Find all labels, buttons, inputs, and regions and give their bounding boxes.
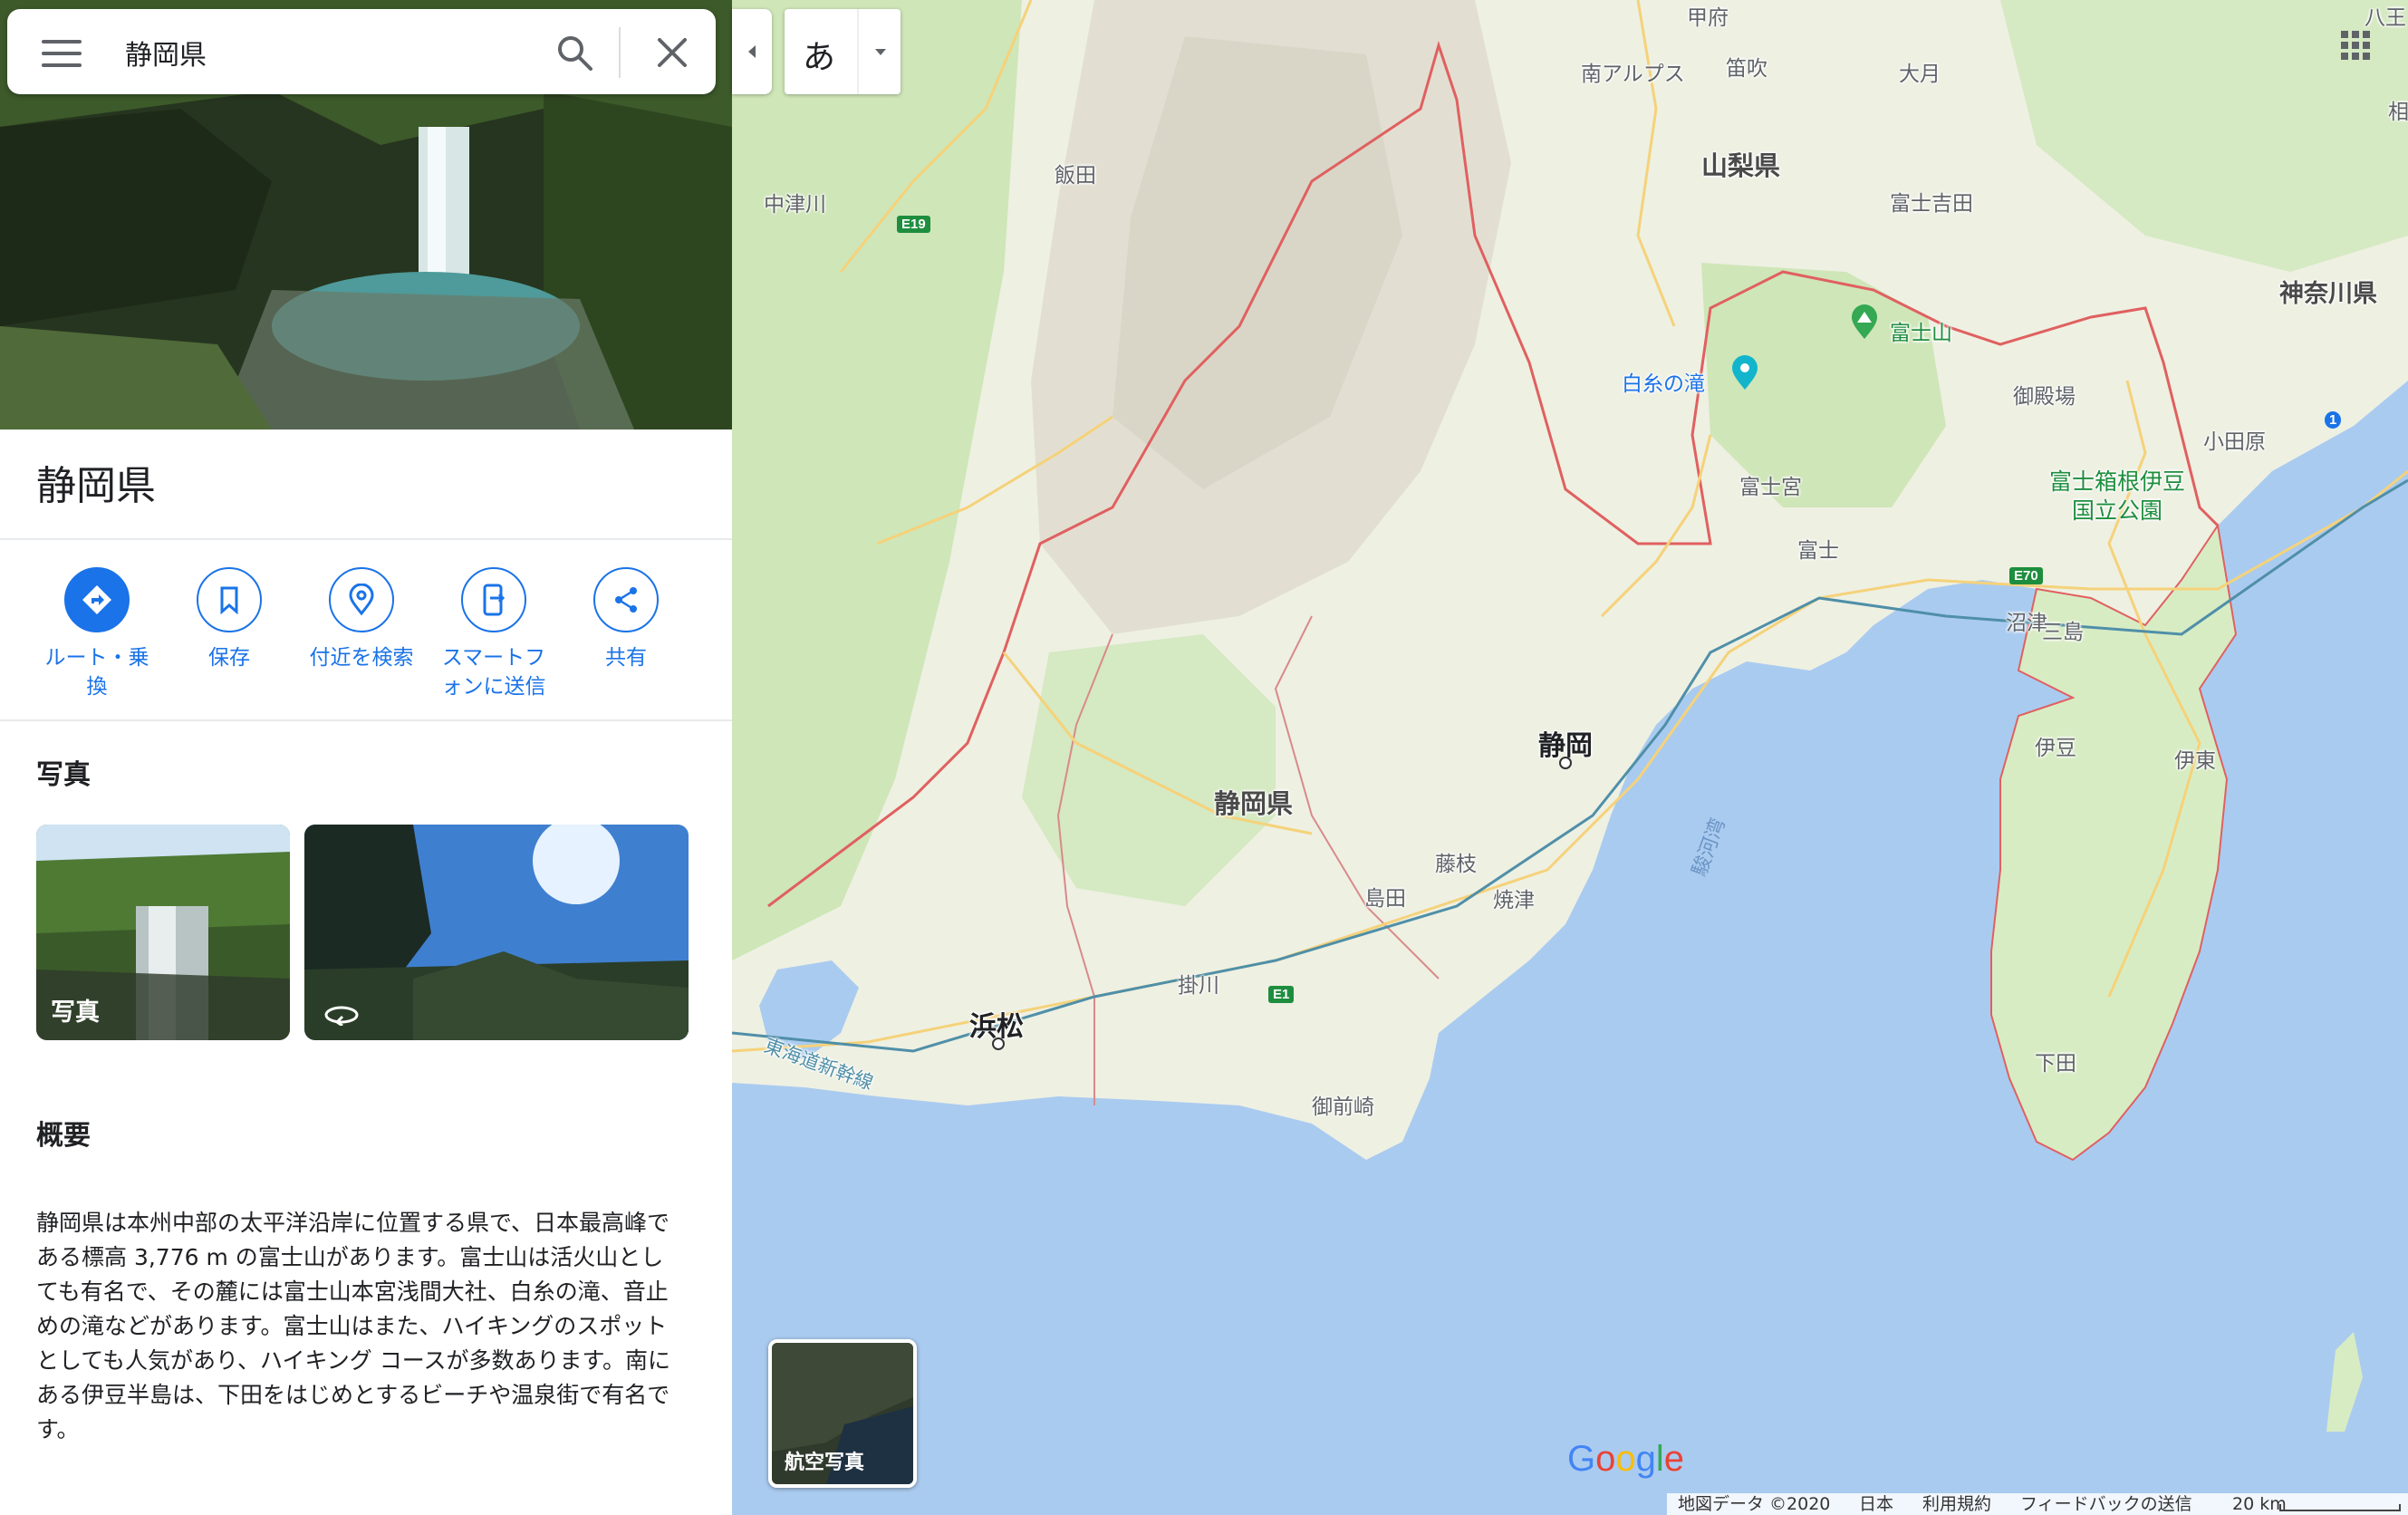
map-data-attribution: 地図データ ©2020 bbox=[1678, 1494, 1831, 1514]
map-label-omaezaki[interactable]: 御前崎 bbox=[1312, 1089, 1374, 1120]
street-view-thumbnail[interactable] bbox=[304, 825, 689, 1040]
scale-label[interactable]: 20 km bbox=[2232, 1493, 2287, 1515]
country-link[interactable]: 日本 bbox=[1859, 1493, 1893, 1515]
hamburger-line bbox=[42, 63, 82, 67]
map-label-yaizu[interactable]: 焼津 bbox=[1493, 883, 1535, 913]
share-icon bbox=[593, 567, 659, 632]
close-icon[interactable] bbox=[656, 36, 689, 69]
aerial-view-label: 航空写真 bbox=[785, 1452, 865, 1474]
search-input[interactable] bbox=[123, 29, 525, 76]
apps-grid-icon[interactable] bbox=[2337, 27, 2374, 63]
phone-icon bbox=[461, 567, 526, 632]
map-label-minami-alps[interactable]: 南アルプス bbox=[1581, 56, 1685, 87]
expressway-shield-e1: E1 bbox=[1268, 986, 1295, 1003]
input-method-selector[interactable]: あ bbox=[785, 9, 901, 94]
place-panel: 静岡県 ルート・乗 換 保存 付近を検索 スマートフ ォンに送信 共有 写真 bbox=[0, 0, 732, 1515]
map-label-izu[interactable]: 伊豆 bbox=[2035, 730, 2076, 761]
hamburger-line bbox=[42, 52, 82, 55]
map-label-otsuki[interactable]: 大月 bbox=[1899, 56, 1941, 87]
nearby-search-button[interactable]: 付近を検索 bbox=[294, 567, 429, 672]
mountain-pin-icon[interactable] bbox=[1848, 304, 1881, 341]
map-label-gotemba[interactable]: 御殿場 bbox=[2013, 379, 2076, 410]
map-label-iida[interactable]: 飯田 bbox=[1055, 158, 1096, 188]
share-button[interactable]: 共有 bbox=[558, 567, 694, 672]
map-label-fuji-hakone[interactable]: 富士箱根伊豆 国立公園 bbox=[2049, 468, 2185, 526]
expressway-shield-e70: E70 bbox=[2009, 567, 2043, 584]
map-label-nakatsugawa[interactable]: 中津川 bbox=[764, 187, 826, 217]
waterfall-pin-icon[interactable] bbox=[1729, 355, 1761, 391]
map-label-fujieda[interactable]: 藤枝 bbox=[1435, 846, 1477, 877]
map-label-fujiyoshida[interactable]: 富士吉田 bbox=[1890, 186, 1973, 217]
photo-thumbnail[interactable]: 写真 bbox=[36, 825, 290, 1040]
map-label-kakegawa[interactable]: 掛川 bbox=[1178, 968, 1219, 999]
overview-text: 静岡県は本州中部の太平洋沿岸に位置する県で、日本最高峰である標高 3,776 m… bbox=[36, 1210, 670, 1443]
city-dot-icon bbox=[992, 1037, 1005, 1050]
directions-button[interactable]: ルート・乗 換 bbox=[29, 567, 165, 701]
share-label: 共有 bbox=[605, 646, 647, 670]
terms-link[interactable]: 利用規約 bbox=[1922, 1493, 1991, 1515]
map-label-shiraito[interactable]: 白糸の滝 bbox=[1622, 366, 1705, 397]
map-label-odawara[interactable]: 小田原 bbox=[2203, 424, 2266, 455]
collapse-panel-button[interactable] bbox=[732, 9, 772, 94]
feedback-link[interactable]: フィードバックの送信 bbox=[2020, 1493, 2192, 1515]
map-label-sagami[interactable]: 相 bbox=[2388, 94, 2408, 125]
map-label-kofu[interactable]: 甲府 bbox=[1687, 0, 1729, 31]
map-label-fujinomiya[interactable]: 富士宮 bbox=[1739, 469, 1802, 500]
nearby-pin-icon bbox=[329, 567, 394, 632]
caret-down-icon bbox=[875, 49, 886, 55]
save-button[interactable]: 保存 bbox=[161, 567, 297, 672]
hamburger-line bbox=[42, 40, 82, 43]
map-label-kanagawa[interactable]: 神奈川県 bbox=[2279, 274, 2377, 309]
aerial-view-toggle[interactable]: 航空写真 bbox=[768, 1339, 917, 1488]
map-label-fuefuki[interactable]: 笛吹 bbox=[1726, 51, 1767, 82]
city-dot-icon bbox=[1559, 757, 1572, 769]
nearby-search-label: 付近を検索 bbox=[309, 646, 414, 670]
360-view-icon bbox=[324, 1006, 359, 1026]
search-icon[interactable] bbox=[554, 33, 594, 72]
search-divider bbox=[619, 27, 621, 78]
map-label-shimoda[interactable]: 下田 bbox=[2035, 1046, 2076, 1076]
directions-icon bbox=[64, 567, 130, 632]
send-to-phone-label: スマートフ ォンに送信 bbox=[441, 646, 546, 699]
map-label-mishima[interactable]: 三島 bbox=[2042, 614, 2084, 645]
google-logo: Google bbox=[1567, 1439, 1685, 1479]
map-label-fuji[interactable]: 富士 bbox=[1797, 533, 1839, 564]
overview-heading: 概要 bbox=[36, 1120, 91, 1152]
ime-label: あ bbox=[803, 39, 836, 76]
place-title: 静岡県 bbox=[36, 463, 156, 509]
map-label-shizuoka-pref[interactable]: 静岡県 bbox=[1214, 783, 1293, 821]
map-label-shimada[interactable]: 島田 bbox=[1364, 881, 1406, 912]
caret-left-icon bbox=[748, 45, 756, 58]
scale-bar bbox=[2279, 1504, 2401, 1511]
directions-label: ルート・乗 換 bbox=[44, 646, 149, 699]
divider bbox=[0, 538, 732, 540]
street-view-photo bbox=[304, 825, 689, 1040]
menu-button[interactable] bbox=[38, 34, 85, 69]
photo-caption: 写真 bbox=[51, 999, 100, 1027]
search-box bbox=[7, 9, 716, 94]
map-footer: 地図データ ©2020 日本 利用規約 フィードバックの送信 20 km bbox=[1667, 1493, 2408, 1515]
divider bbox=[0, 719, 732, 721]
map-label-ito[interactable]: 伊東 bbox=[2174, 743, 2216, 774]
expressway-shield-e19: E19 bbox=[897, 216, 930, 233]
map-label-yatsu[interactable]: 八王 bbox=[2365, 0, 2406, 31]
send-to-phone-button[interactable]: スマートフ ォンに送信 bbox=[426, 567, 562, 701]
map-label-fujisan[interactable]: 富士山 bbox=[1890, 315, 1952, 346]
ime-dropdown-button[interactable] bbox=[857, 9, 902, 94]
map-label-yamanashi[interactable]: 山梨県 bbox=[1701, 145, 1780, 183]
photos-heading: 写真 bbox=[36, 759, 91, 791]
bookmark-icon bbox=[197, 567, 262, 632]
save-label: 保存 bbox=[208, 646, 250, 670]
